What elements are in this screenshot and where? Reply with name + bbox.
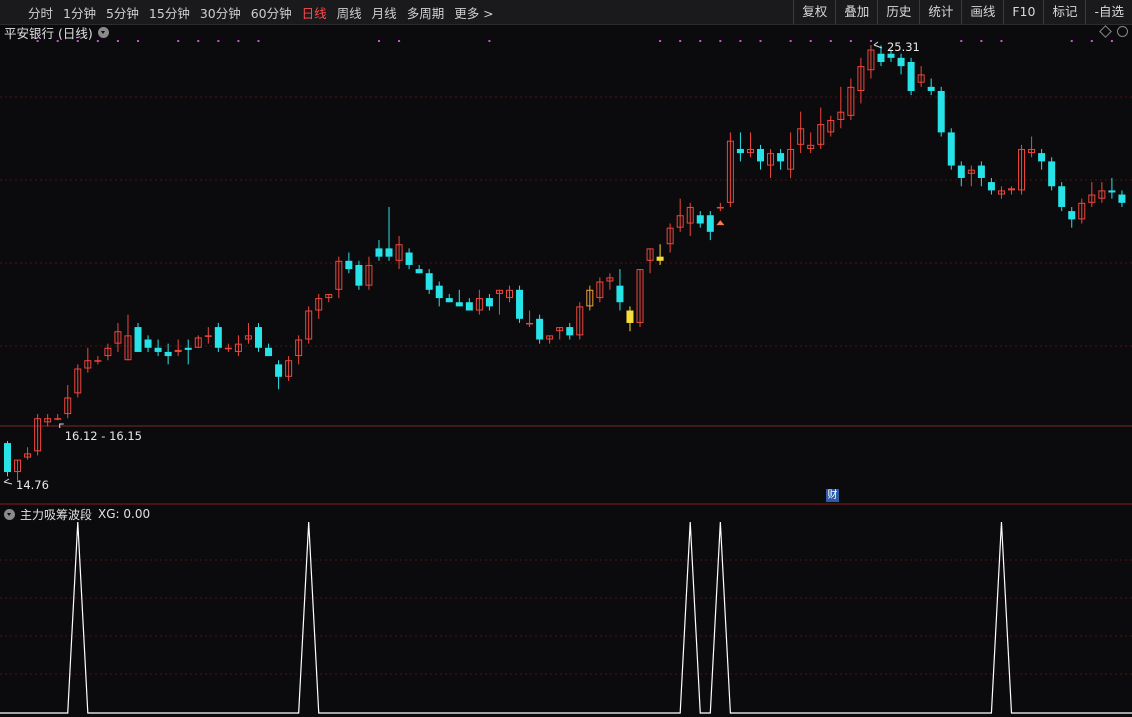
signal-dot bbox=[809, 40, 812, 42]
candle-body bbox=[877, 53, 885, 62]
signal-dot bbox=[960, 40, 963, 42]
indicator-name: 主力吸筹波段 bbox=[20, 507, 93, 522]
candle-body bbox=[54, 418, 62, 420]
signal-dot bbox=[699, 40, 702, 42]
signal-dot bbox=[76, 40, 79, 42]
signal-dot bbox=[849, 40, 852, 42]
low-price-label: 14.76 bbox=[16, 478, 49, 492]
signal-dot bbox=[488, 40, 491, 42]
candle-body bbox=[164, 351, 172, 357]
candle-body bbox=[214, 327, 222, 348]
signal-dot bbox=[137, 40, 140, 42]
candle-body bbox=[1068, 211, 1076, 220]
candle-body bbox=[435, 285, 443, 299]
candle-body bbox=[355, 264, 363, 286]
candle-body bbox=[465, 302, 473, 311]
indicator-xg-line bbox=[0, 521, 1132, 714]
signal-dot bbox=[116, 40, 119, 42]
candle-body bbox=[385, 248, 393, 257]
chevron-down-icon[interactable] bbox=[4, 508, 15, 520]
candle-body bbox=[255, 327, 262, 348]
candle-body bbox=[224, 347, 232, 350]
candle-body bbox=[516, 289, 524, 319]
candle-body bbox=[485, 298, 493, 307]
signal-dot bbox=[377, 40, 380, 42]
candle-body bbox=[204, 335, 212, 337]
signal-dot bbox=[398, 40, 401, 42]
candle-body bbox=[134, 327, 142, 352]
candle-body bbox=[777, 153, 785, 162]
candle-body bbox=[927, 86, 935, 91]
signal-arrow bbox=[716, 220, 725, 226]
candle-body bbox=[526, 322, 534, 325]
signal-dot bbox=[759, 40, 762, 42]
candle-body bbox=[405, 252, 413, 265]
kline-chart[interactable]: 25.31 14.76 16.12 - 16.15 bbox=[0, 0, 1132, 717]
signal-dot bbox=[789, 40, 792, 42]
candle-body bbox=[1038, 153, 1046, 162]
candle-body bbox=[937, 90, 945, 133]
signal-dot bbox=[1090, 40, 1093, 42]
signal-dot bbox=[36, 40, 39, 42]
candle-body bbox=[1108, 190, 1116, 193]
candle-body bbox=[736, 148, 744, 154]
signal-dot bbox=[659, 40, 662, 42]
candle-body bbox=[445, 298, 453, 303]
candle-body bbox=[947, 132, 955, 166]
candle-body bbox=[265, 347, 273, 357]
signal-dot bbox=[869, 40, 872, 42]
low-pointer-icon bbox=[3, 478, 13, 485]
candle-body bbox=[706, 215, 714, 232]
signal-dot bbox=[237, 40, 240, 42]
signal-dot bbox=[177, 40, 180, 42]
candle-body bbox=[1048, 161, 1056, 187]
candle-body bbox=[536, 318, 544, 340]
candle-body bbox=[415, 269, 423, 274]
candle-body bbox=[566, 327, 574, 336]
candle-body bbox=[455, 302, 463, 307]
candle-body bbox=[375, 248, 383, 257]
candle-body bbox=[716, 206, 724, 209]
candle-body bbox=[907, 61, 915, 91]
indicator-xg-value: XG: 0.00 bbox=[98, 507, 151, 521]
candle-body bbox=[626, 310, 634, 323]
candle-body bbox=[1058, 186, 1066, 207]
signal-dot bbox=[56, 40, 59, 42]
candle-body bbox=[897, 57, 905, 67]
signal-dot bbox=[197, 40, 200, 42]
signal-dot bbox=[719, 40, 722, 42]
candle-body bbox=[887, 53, 895, 58]
signal-dot bbox=[980, 40, 983, 42]
high-pointer-icon bbox=[873, 41, 883, 49]
indicator-title-bar: 主力吸筹波段 XG: 0.00 bbox=[4, 507, 151, 522]
candle-body bbox=[616, 285, 624, 303]
candle-body bbox=[94, 360, 102, 362]
finance-badge[interactable]: 财 bbox=[826, 489, 839, 502]
candle-body bbox=[957, 165, 965, 178]
signal-dot bbox=[1000, 40, 1003, 42]
signal-dot bbox=[257, 40, 260, 42]
signal-dot bbox=[1110, 40, 1113, 42]
candle-body bbox=[987, 182, 995, 191]
candle-body bbox=[275, 364, 283, 377]
candle-body bbox=[4, 443, 11, 473]
signal-dot bbox=[739, 40, 742, 42]
candle-body bbox=[1118, 194, 1126, 203]
candle-body bbox=[977, 165, 985, 178]
signal-dot bbox=[1070, 40, 1073, 42]
candle-body bbox=[184, 347, 192, 350]
candle-body bbox=[656, 256, 664, 261]
candle-body bbox=[696, 215, 704, 224]
candle-body bbox=[144, 339, 152, 348]
signal-dot bbox=[679, 40, 682, 42]
high-price-label: 25.31 bbox=[887, 40, 920, 54]
candle-body bbox=[154, 347, 162, 352]
range-label: 16.12 - 16.15 bbox=[65, 429, 142, 443]
signal-dot bbox=[829, 40, 832, 42]
candle-body bbox=[425, 273, 433, 290]
candle-body bbox=[345, 260, 353, 270]
signal-dot bbox=[217, 40, 220, 42]
signal-dot bbox=[96, 40, 99, 42]
candle-body bbox=[757, 148, 764, 162]
